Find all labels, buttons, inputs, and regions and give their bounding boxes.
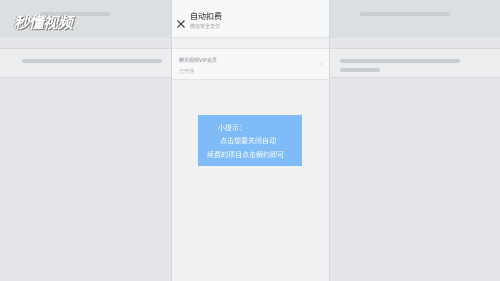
tip-text-line: 续费的项目点击解约即可 (207, 151, 284, 159)
list-item[interactable]: 腾讯视频VIP会员 已开通 › (172, 48, 329, 80)
list-item-name: 腾讯视频VIP会员 (179, 58, 217, 64)
page-title: 自动扣费 (190, 12, 222, 21)
close-icon[interactable] (176, 14, 186, 28)
tip-title: 小提示： (218, 124, 246, 132)
page-header: 自动扣费 微信安全支付 (172, 0, 329, 38)
brand-watermark: 秒懂视频 (14, 14, 73, 32)
list-item-status: 已开通 (179, 69, 195, 75)
tip-box: 小提示： 点击想要关闭自动 续费的项目点击解约即可 (198, 115, 302, 166)
chevron-right-icon: › (320, 60, 323, 68)
page-subtitle: 微信安全支付 (190, 24, 221, 30)
tip-text-line: 点击想要关闭自动 (220, 137, 276, 145)
